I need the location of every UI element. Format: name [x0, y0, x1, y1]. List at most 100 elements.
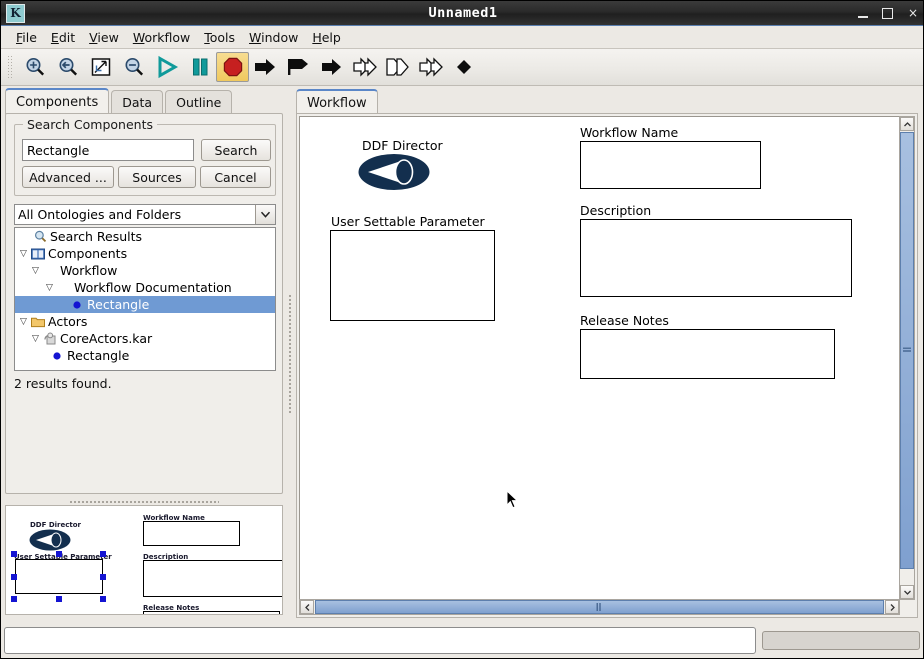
canvas-frame: DDF Director User Settable Parameter Wor…: [296, 113, 918, 618]
book-icon: [30, 248, 46, 260]
tree-item-rectangle-selected[interactable]: Rectangle: [15, 296, 275, 313]
pause-icon[interactable]: [183, 52, 216, 82]
step-icon[interactable]: [249, 52, 282, 82]
ontology-filter-select[interactable]: All Ontologies and Folders: [14, 204, 276, 225]
tree-item-label: CoreActors.kar: [60, 331, 153, 346]
selection-handle[interactable]: [11, 574, 17, 580]
selection-handle[interactable]: [100, 596, 106, 602]
description-box[interactable]: [580, 219, 852, 297]
skip-icon[interactable]: [381, 52, 414, 82]
director-label: DDF Director: [362, 138, 443, 153]
workflow-area: Workflow DDF Director User Settable Para…: [293, 86, 921, 622]
scroll-down-icon[interactable]: [900, 585, 914, 599]
tree-twisty[interactable]: ▽: [17, 317, 30, 327]
arrow-solid-icon[interactable]: [315, 52, 348, 82]
selection-handle[interactable]: [11, 551, 17, 557]
window-title: Unnamed1: [428, 5, 498, 21]
zoom-in-icon[interactable]: [18, 52, 51, 82]
tree-item-actors[interactable]: ▽ Actors: [15, 313, 275, 330]
tree-twisty[interactable]: ▽: [43, 283, 56, 293]
tree-item-components[interactable]: ▽ Components: [15, 245, 275, 262]
maximize-icon[interactable]: [882, 7, 893, 19]
outline-director-label: DDF Director: [30, 521, 82, 529]
zoom-out-icon[interactable]: [117, 52, 150, 82]
minimize-icon[interactable]: [858, 9, 868, 18]
scroll-thumb-horizontal[interactable]: [315, 600, 884, 614]
ddf-director-icon: [29, 529, 71, 551]
tree-item-label: Workflow Documentation: [74, 280, 232, 295]
selection-handle[interactable]: [11, 596, 17, 602]
canvas-vertical-scrollbar[interactable]: [899, 116, 915, 600]
advanced-button[interactable]: Advanced ...: [22, 166, 114, 188]
tab-components[interactable]: Components: [5, 88, 110, 114]
close-icon[interactable]: ×: [907, 7, 919, 19]
tree-item-label: Search Results: [50, 229, 143, 244]
search-icon: [32, 230, 48, 243]
menu-edit[interactable]: Edit: [44, 28, 82, 47]
search-button[interactable]: Search: [201, 139, 271, 161]
workflow-name-box[interactable]: [580, 141, 761, 189]
tab-data[interactable]: Data: [111, 90, 164, 114]
tab-outline[interactable]: Outline: [165, 90, 233, 114]
tree-item-search-results[interactable]: Search Results: [15, 228, 275, 245]
outline-field-box: [143, 611, 280, 614]
selection-handle[interactable]: [100, 551, 106, 557]
status-progress-bar: [762, 631, 920, 650]
menu-file[interactable]: FFileile: [9, 28, 44, 47]
tree-twisty[interactable]: ▽: [29, 334, 42, 344]
horizontal-splitter[interactable]: [5, 498, 283, 505]
vertical-splitter[interactable]: [285, 89, 293, 619]
run-icon[interactable]: [150, 52, 183, 82]
status-message-field[interactable]: [4, 627, 756, 654]
diamond-icon[interactable]: [447, 52, 480, 82]
scroll-right-icon[interactable]: [885, 600, 899, 614]
cancel-button[interactable]: Cancel: [200, 166, 271, 188]
search-input[interactable]: Rectangle: [22, 139, 194, 161]
flag-icon[interactable]: [282, 52, 315, 82]
sources-button[interactable]: Sources: [118, 166, 196, 188]
tree-twisty[interactable]: ▽: [29, 266, 42, 276]
scroll-left-icon[interactable]: [300, 600, 314, 614]
parameter-box[interactable]: [330, 230, 495, 321]
tree-item-label: Components: [48, 246, 128, 261]
components-panel: Search Components Rectangle Search Advan…: [5, 113, 283, 494]
fast-forward-icon[interactable]: [348, 52, 381, 82]
outline-thumbnail[interactable]: DDF Director User Settable Parameter Wor…: [5, 505, 283, 615]
zoom-fit-icon[interactable]: [84, 52, 117, 82]
ddf-director-icon[interactable]: [358, 153, 430, 191]
left-panel: Components Data Outline Search Component…: [1, 86, 289, 622]
workflow-tabs: Workflow: [296, 89, 380, 115]
toolbar-grip[interactable]: [7, 55, 14, 79]
selection-handle[interactable]: [56, 596, 62, 602]
menu-tools[interactable]: Tools: [197, 28, 242, 47]
menu-view[interactable]: View: [82, 28, 126, 47]
menu-help[interactable]: Help: [305, 28, 348, 47]
workflow-canvas[interactable]: DDF Director User Settable Parameter Wor…: [299, 116, 900, 600]
parameter-label: User Settable Parameter: [331, 214, 485, 229]
tab-workflow[interactable]: Workflow: [296, 89, 378, 115]
zoom-reset-icon[interactable]: [51, 52, 84, 82]
tree-twisty[interactable]: ▽: [17, 249, 30, 259]
tree-item-label: Rectangle: [67, 348, 130, 363]
chevron-down-icon[interactable]: [255, 205, 275, 224]
tree-item-label: Workflow: [60, 263, 118, 278]
tree-item-rectangle-actor[interactable]: Rectangle: [15, 347, 275, 364]
selection-handle[interactable]: [100, 574, 106, 580]
component-tree[interactable]: Search Results ▽ Components ▽ Workflow ▽…: [14, 227, 276, 371]
tree-item-workflow-documentation[interactable]: ▽ Workflow Documentation: [15, 279, 275, 296]
menu-window[interactable]: Window: [242, 28, 305, 47]
ontology-filter-value: All Ontologies and Folders: [18, 207, 182, 222]
advance-icon[interactable]: [414, 52, 447, 82]
tree-item-label: Rectangle: [87, 297, 150, 312]
release-notes-label: Release Notes: [580, 313, 669, 328]
menu-workflow[interactable]: Workflow: [126, 28, 197, 47]
scroll-up-icon[interactable]: [900, 117, 914, 131]
stop-icon[interactable]: [216, 52, 249, 82]
tree-item-coreactors-kar[interactable]: ▽ CoreActors.kar: [15, 330, 275, 347]
selection-handle[interactable]: [56, 551, 62, 557]
canvas-horizontal-scrollbar[interactable]: [299, 599, 900, 615]
tree-item-workflow[interactable]: ▽ Workflow: [15, 262, 275, 279]
release-notes-box[interactable]: [580, 329, 835, 379]
kar-icon: [42, 332, 58, 345]
scroll-thumb-vertical[interactable]: [900, 132, 914, 569]
